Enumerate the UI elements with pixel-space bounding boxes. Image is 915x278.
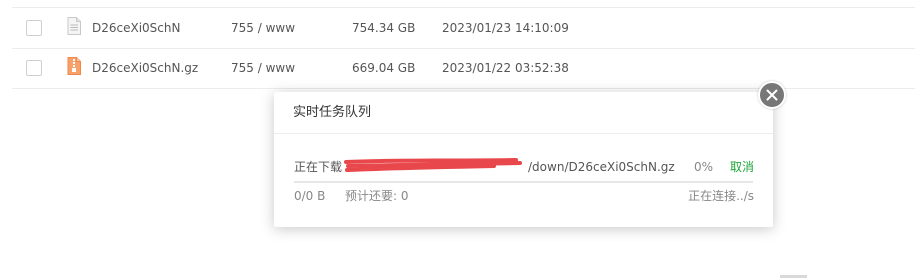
file-permission[interactable]: 755 / www bbox=[231, 20, 295, 36]
archive-file-icon bbox=[67, 57, 81, 75]
task-path: /down/D26ceXi0SchN.gz bbox=[528, 160, 675, 174]
file-modified-date: 2023/01/22 03:52:38 bbox=[442, 61, 569, 75]
table-row[interactable]: D26ceXi0SchN 755 / www 754.34 GB 2023/01… bbox=[12, 8, 915, 49]
row-checkbox[interactable] bbox=[26, 60, 42, 76]
time-remaining: 预计还要: 0 bbox=[345, 189, 409, 203]
task-description: 正在下载/down/D26ceXi0SchN.gz bbox=[294, 159, 675, 175]
transferred-bytes: 0/0 B bbox=[294, 189, 326, 203]
row-checkbox[interactable] bbox=[26, 20, 42, 36]
close-icon bbox=[766, 89, 778, 101]
file-name-link[interactable]: D26ceXi0SchN bbox=[92, 20, 180, 36]
file-size: 754.34 GB bbox=[352, 21, 416, 35]
task-progress-bar bbox=[294, 181, 753, 183]
transfer-speed: 正在连接../s bbox=[688, 189, 754, 203]
file-modified-date: 2023/01/23 14:10:09 bbox=[442, 21, 569, 35]
cancel-task-link[interactable]: 取消 bbox=[730, 159, 754, 175]
modal-header: 实时任务队列 bbox=[274, 92, 773, 134]
file-size: 669.04 GB bbox=[352, 61, 416, 75]
text-file-icon bbox=[67, 17, 81, 35]
modal-close-button[interactable] bbox=[758, 81, 786, 109]
task-percent: 0% bbox=[694, 160, 714, 174]
file-permission[interactable]: 755 / www bbox=[231, 60, 295, 76]
task-prefix: 正在下载 bbox=[294, 160, 343, 174]
task-queue-modal: 实时任务队列 正在下载/down/D26ceXi0SchN.gz 0% 取消 0… bbox=[274, 92, 773, 227]
file-name-link[interactable]: D26ceXi0SchN.gz bbox=[92, 60, 198, 76]
modal-title: 实时任务队列 bbox=[293, 105, 372, 120]
